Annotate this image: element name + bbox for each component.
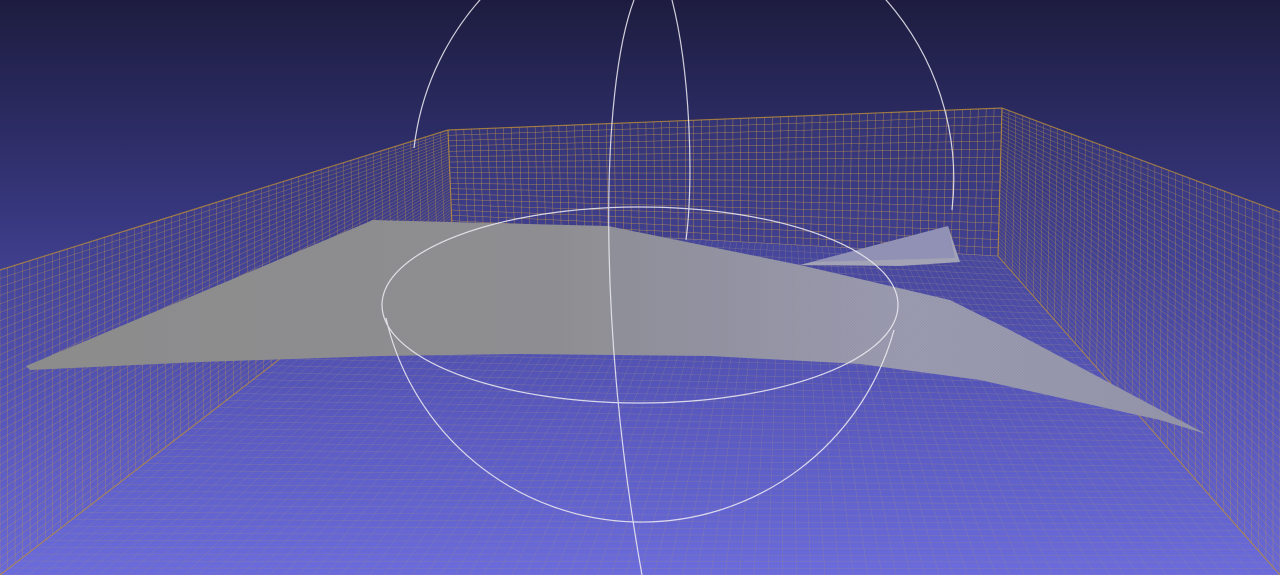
3d-viewport[interactable] xyxy=(0,0,1280,575)
mesh-scene[interactable] xyxy=(0,0,1280,575)
